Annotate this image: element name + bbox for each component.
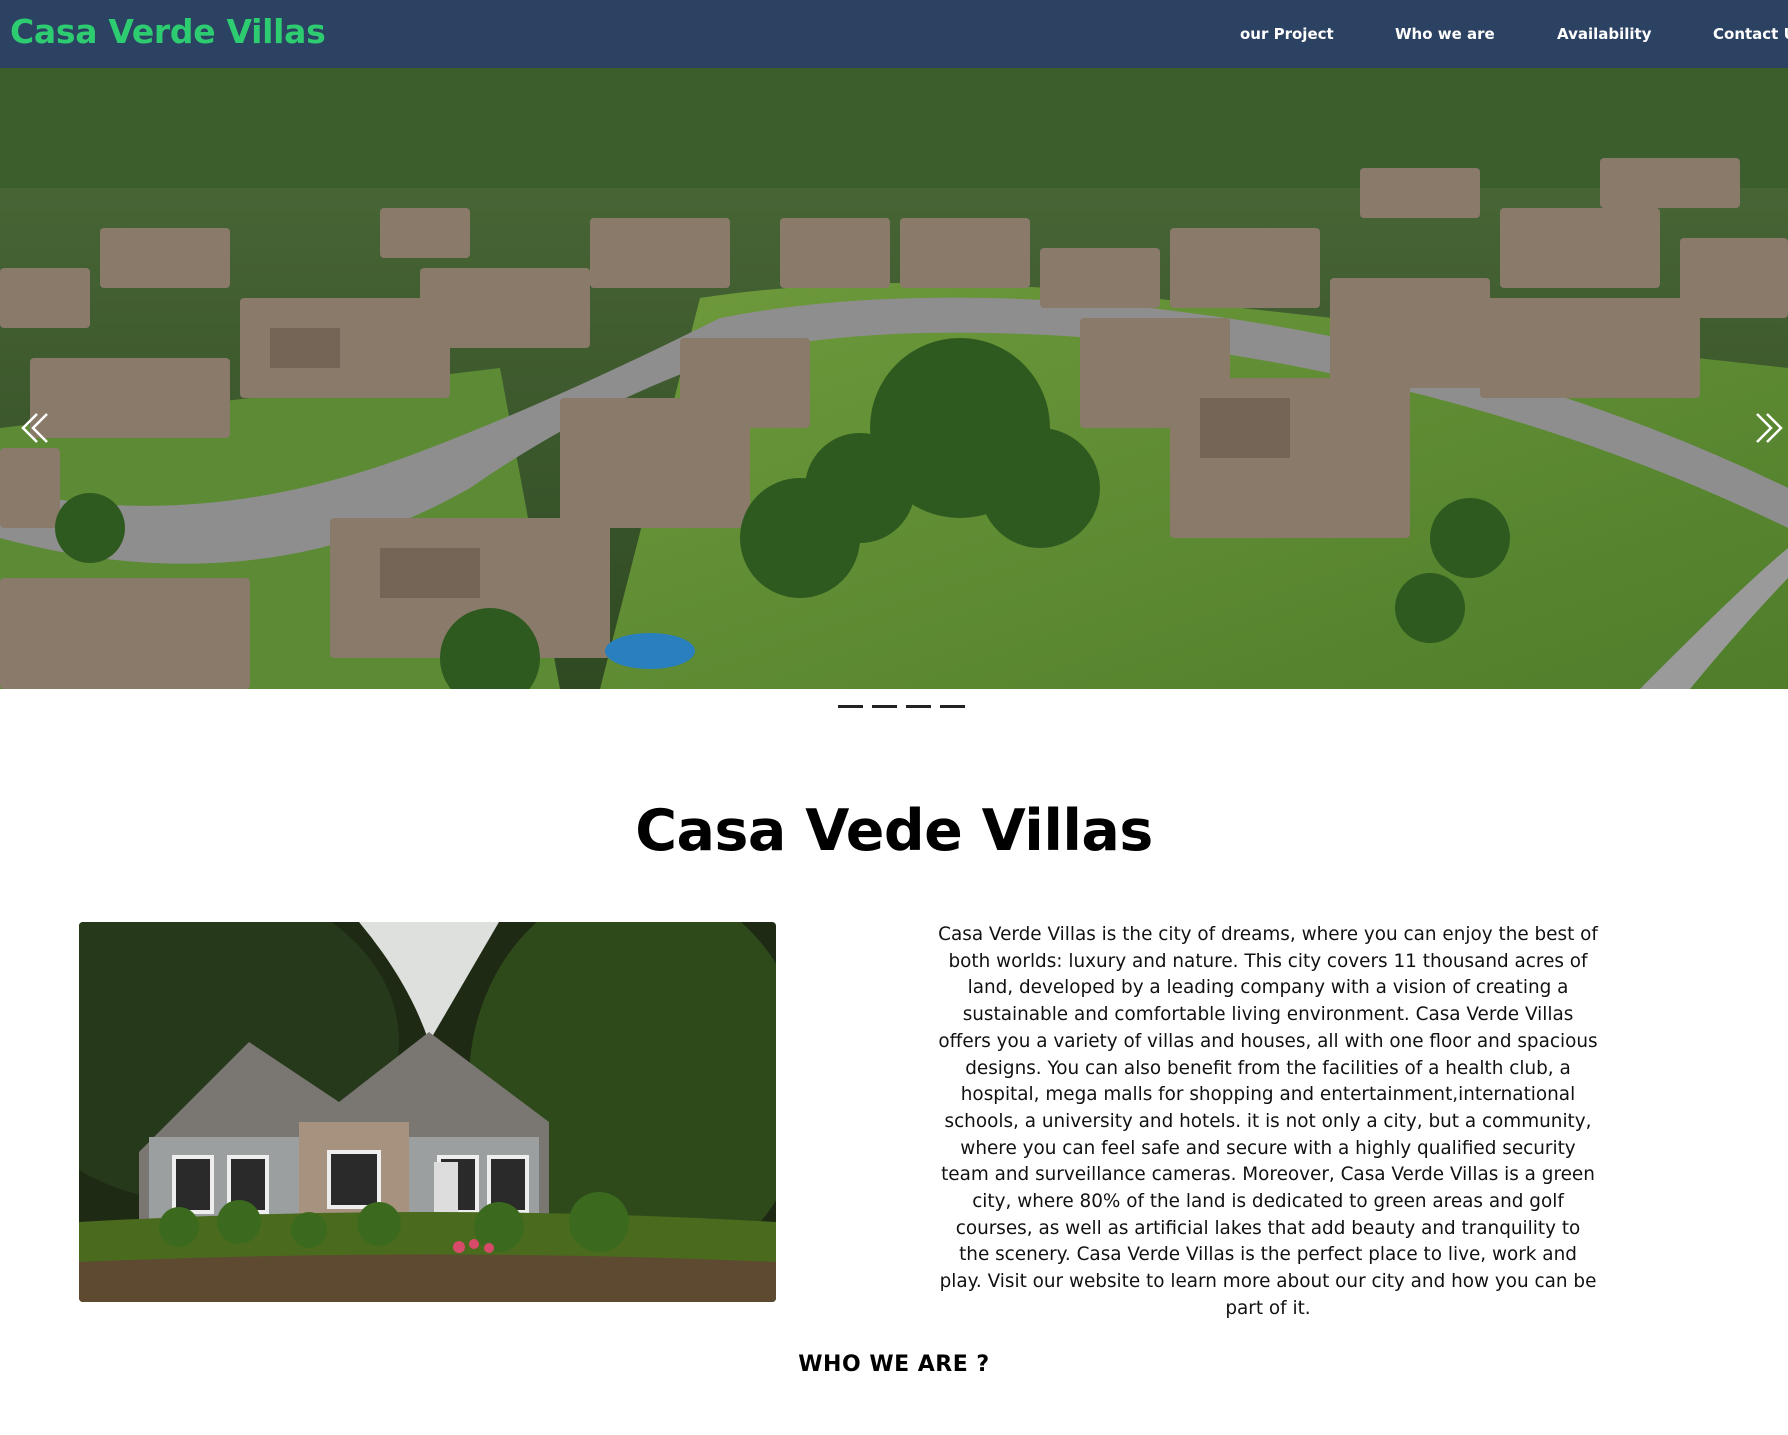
- nav-link-our-project[interactable]: our Project: [1240, 25, 1334, 43]
- carousel-indicator-4[interactable]: [940, 705, 965, 708]
- who-we-are-heading: WHO WE ARE ?: [798, 1352, 990, 1377]
- hero-carousel: [0, 68, 1788, 689]
- aerial-neighborhood-photo: [0, 68, 1788, 689]
- nav-link-contact-us[interactable]: Contact Us: [1713, 25, 1788, 43]
- carousel-indicators: [838, 705, 965, 708]
- carousel-next-button[interactable]: [1745, 406, 1788, 450]
- section-title: Casa Vede Villas: [635, 798, 1153, 864]
- navbar: Casa Verde Villas our Project Who we are…: [0, 0, 1788, 68]
- double-chevron-left-icon: [21, 413, 48, 443]
- nav-menu: our Project Who we are Availability Cont…: [0, 0, 1788, 68]
- carousel-indicator-1[interactable]: [838, 705, 863, 708]
- carousel-indicator-2[interactable]: [872, 705, 897, 708]
- house-photo-frame: [79, 922, 776, 1302]
- nav-link-who-we-are[interactable]: Who we are: [1395, 25, 1495, 43]
- about-description: Casa Verde Villas is the city of dreams,…: [938, 924, 1598, 1319]
- nav-link-availability[interactable]: Availability: [1557, 25, 1652, 43]
- single-story-house-photo: [79, 922, 776, 1302]
- carousel-indicator-3[interactable]: [906, 705, 931, 708]
- double-chevron-right-icon: [1756, 413, 1783, 443]
- carousel-prev-button[interactable]: [15, 406, 59, 450]
